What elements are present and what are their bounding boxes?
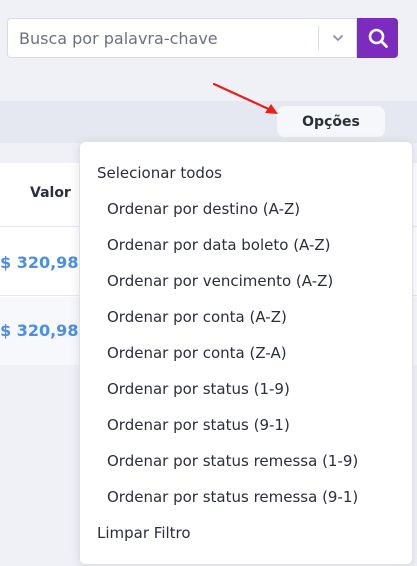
cell-valor[interactable]: $ 320,98 — [0, 321, 78, 340]
options-dropdown-menu: Selecionar todos Ordenar por destino (A-… — [79, 141, 413, 565]
search-button[interactable] — [357, 18, 398, 58]
menu-item-sort-vencimento-az[interactable]: Ordenar por vencimento (A-Z) — [107, 270, 333, 292]
search-divider — [318, 26, 319, 50]
annotation-arrow-icon — [212, 82, 278, 114]
search-input[interactable] — [8, 19, 308, 57]
menu-item-clear-filter[interactable]: Limpar Filtro — [97, 522, 191, 544]
cell-valor[interactable]: $ 320,98 — [0, 253, 78, 272]
menu-item-sort-status-91[interactable]: Ordenar por status (9-1) — [107, 414, 290, 436]
menu-item-sort-status-19[interactable]: Ordenar por status (1-9) — [107, 378, 290, 400]
chevron-down-icon[interactable] — [330, 30, 346, 46]
menu-item-sort-conta-az[interactable]: Ordenar por conta (A-Z) — [107, 306, 287, 328]
menu-item-sort-destino-az[interactable]: Ordenar por destino (A-Z) — [107, 198, 300, 220]
search-icon — [368, 28, 388, 48]
menu-item-sort-data-boleto-az[interactable]: Ordenar por data boleto (A-Z) — [107, 234, 331, 256]
menu-item-sort-status-remessa-19[interactable]: Ordenar por status remessa (1-9) — [107, 450, 358, 472]
menu-item-sort-status-remessa-91[interactable]: Ordenar por status remessa (9-1) — [107, 486, 358, 508]
menu-item-select-all[interactable]: Selecionar todos — [97, 162, 222, 184]
menu-item-sort-conta-za[interactable]: Ordenar por conta (Z-A) — [107, 342, 287, 364]
search-box — [7, 18, 357, 58]
column-header-valor: Valor — [30, 185, 71, 201]
